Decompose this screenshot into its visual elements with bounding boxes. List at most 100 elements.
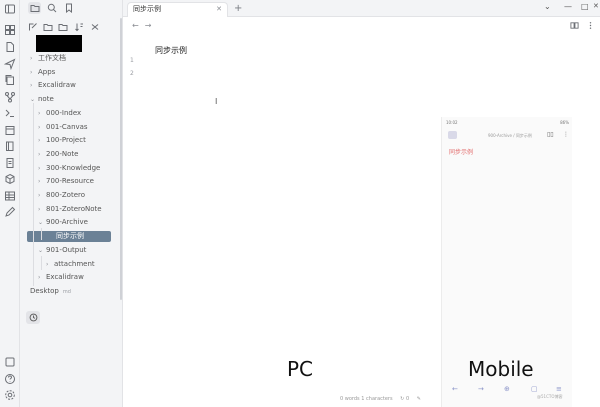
forward-arrow-icon[interactable]: → — [145, 21, 152, 30]
tab-note[interactable]: 同步示例 ✕ — [127, 2, 228, 17]
chevron-right-icon[interactable]: › — [38, 204, 46, 215]
folder-item[interactable]: ⌄ 901-Output — [38, 245, 86, 256]
calendar-icon[interactable] — [4, 124, 16, 136]
chevron-right-icon[interactable]: › — [30, 67, 38, 78]
send-icon[interactable] — [4, 58, 16, 70]
tree-item-label: 001-Canvas — [46, 123, 88, 131]
close-icon[interactable]: ✕ — [216, 3, 222, 16]
minimize-icon[interactable]: — — [564, 2, 572, 11]
chevron-right-icon[interactable]: › — [38, 176, 46, 187]
chevron-right-icon[interactable]: › — [38, 190, 46, 201]
folder-item[interactable]: ⌄ 900-Archive — [38, 217, 88, 228]
page-icon[interactable] — [4, 157, 16, 169]
sidebar-toggle-icon[interactable] — [4, 3, 16, 15]
watermark: @51CTO博客 — [537, 394, 563, 399]
mobile-add-icon[interactable]: ⊕ — [504, 385, 510, 393]
folder-item[interactable]: › attachment — [46, 259, 95, 270]
new-tab-icon[interactable]: + — [234, 3, 242, 14]
folder-item[interactable]: › 000-Index — [38, 108, 81, 119]
chevron-right-icon[interactable]: › — [38, 122, 46, 133]
book-icon[interactable] — [4, 140, 16, 152]
chevron-right-icon[interactable]: › — [38, 272, 46, 283]
mobile-forward-icon[interactable]: → — [478, 385, 484, 393]
folder-item[interactable]: › Excalidraw — [38, 272, 84, 283]
help-icon[interactable] — [4, 373, 16, 385]
edit-mode-icon[interactable]: ✎ — [417, 396, 421, 402]
help-vault-icon[interactable] — [4, 356, 16, 368]
new-folder-icon[interactable] — [43, 22, 54, 33]
cube-icon[interactable] — [4, 173, 16, 185]
sync-icon[interactable]: ↻ 0 — [400, 396, 409, 402]
chevron-right-icon[interactable]: › — [38, 108, 46, 119]
reading-view-icon[interactable] — [570, 21, 580, 31]
folder-item[interactable]: › 801-ZoteroNote — [38, 204, 102, 215]
mobile-time: 10:02 — [446, 120, 458, 125]
document-icon[interactable] — [4, 41, 16, 53]
folder-item[interactable]: › 800-Zotero — [38, 190, 85, 201]
folder-item[interactable]: › Excalidraw — [30, 80, 76, 91]
folder-item[interactable]: › 001-Canvas — [38, 122, 88, 133]
tree-item-label: Excalidraw — [46, 273, 84, 281]
file-item[interactable]: Desktop md — [30, 286, 71, 297]
chevron-right-icon[interactable]: › — [38, 149, 46, 160]
window-close-icon[interactable]: ✕ — [593, 2, 599, 10]
mobile-tabs-icon[interactable]: ▢ — [531, 385, 538, 393]
folder-item[interactable]: › 工作文档 — [30, 53, 66, 64]
mobile-back-icon[interactable]: ← — [452, 385, 458, 393]
search-tab-icon[interactable] — [45, 2, 58, 14]
back-arrow-icon[interactable]: ← — [132, 21, 139, 30]
folder-item[interactable]: › Apps — [30, 67, 55, 78]
bookmark-tab-icon[interactable] — [62, 2, 75, 14]
chevron-down-icon[interactable]: ⌄ — [38, 245, 46, 256]
mobile-note-title[interactable]: 同步示例 — [449, 147, 473, 156]
mobile-reading-icon[interactable]: ▯▯ — [547, 131, 554, 138]
folder-item[interactable]: › 200-Note — [38, 149, 78, 160]
folder-icon[interactable] — [58, 22, 69, 33]
chevron-right-icon[interactable]: › — [30, 53, 38, 64]
file-item[interactable]: 同步示例 — [27, 231, 111, 242]
folder-tab-icon[interactable] — [28, 2, 41, 14]
sort-icon[interactable] — [74, 22, 85, 33]
grid-icon[interactable] — [4, 24, 16, 36]
chevron-right-icon[interactable]: › — [38, 163, 46, 174]
chevron-down-icon[interactable]: ⌄ — [38, 217, 46, 228]
folder-item[interactable]: › 300-Knowledge — [38, 163, 100, 174]
sidebar-scrollbar[interactable] — [120, 18, 122, 300]
chevron-right-icon[interactable]: › — [30, 80, 38, 91]
mobile-status-bar: 10:02 86% — [446, 120, 569, 125]
tree-item-label: 901-Output — [46, 246, 87, 254]
graph-icon[interactable] — [4, 91, 16, 103]
text-cursor-icon: I — [215, 97, 218, 106]
mobile-sidebar-icon[interactable] — [448, 131, 457, 139]
more-options-icon[interactable] — [586, 21, 596, 31]
new-note-icon[interactable] — [28, 22, 39, 33]
copy-icon[interactable] — [4, 74, 16, 86]
tree-item-label: 300-Knowledge — [46, 164, 101, 172]
terminal-icon[interactable] — [4, 107, 16, 119]
maximize-icon[interactable]: □ — [581, 2, 589, 11]
folder-item[interactable]: › 100-Project — [38, 135, 86, 146]
chevron-down-icon[interactable]: ⌄ — [30, 94, 38, 105]
draw-icon[interactable] — [4, 206, 16, 218]
table-icon[interactable] — [4, 190, 16, 202]
clock-icon[interactable] — [26, 311, 40, 324]
note-title[interactable]: 同步示例 — [155, 45, 187, 56]
tree-guide-line — [41, 228, 42, 240]
chevron-right-icon[interactable]: › — [46, 259, 54, 270]
status-bar: 0 words 1 characters ↻ 0 ✎ — [340, 396, 421, 402]
mobile-more-icon[interactable]: ⋮ — [563, 131, 569, 138]
settings-icon[interactable] — [4, 389, 16, 401]
tree-item-label: attachment — [54, 260, 95, 268]
collapse-all-icon[interactable] — [90, 22, 101, 33]
chevron-right-icon[interactable]: › — [38, 135, 46, 146]
tree-item-label: 800-Zotero — [46, 191, 86, 199]
tree-item-label: note — [38, 95, 54, 103]
tree-item-label: 801-ZoteroNote — [46, 205, 102, 213]
line-number: 2 — [130, 70, 134, 77]
word-count: 0 words 1 characters — [340, 396, 393, 402]
mobile-header: 900-Archive / 同步示例 ▯▯ ⋮ — [446, 130, 569, 141]
folder-item[interactable]: › 700-Resource — [38, 176, 94, 187]
tab-list-icon[interactable]: ⌄ — [544, 2, 551, 11]
mobile-menu-icon[interactable]: ≡ — [556, 385, 562, 393]
tree-item-label: 900-Archive — [46, 218, 88, 226]
